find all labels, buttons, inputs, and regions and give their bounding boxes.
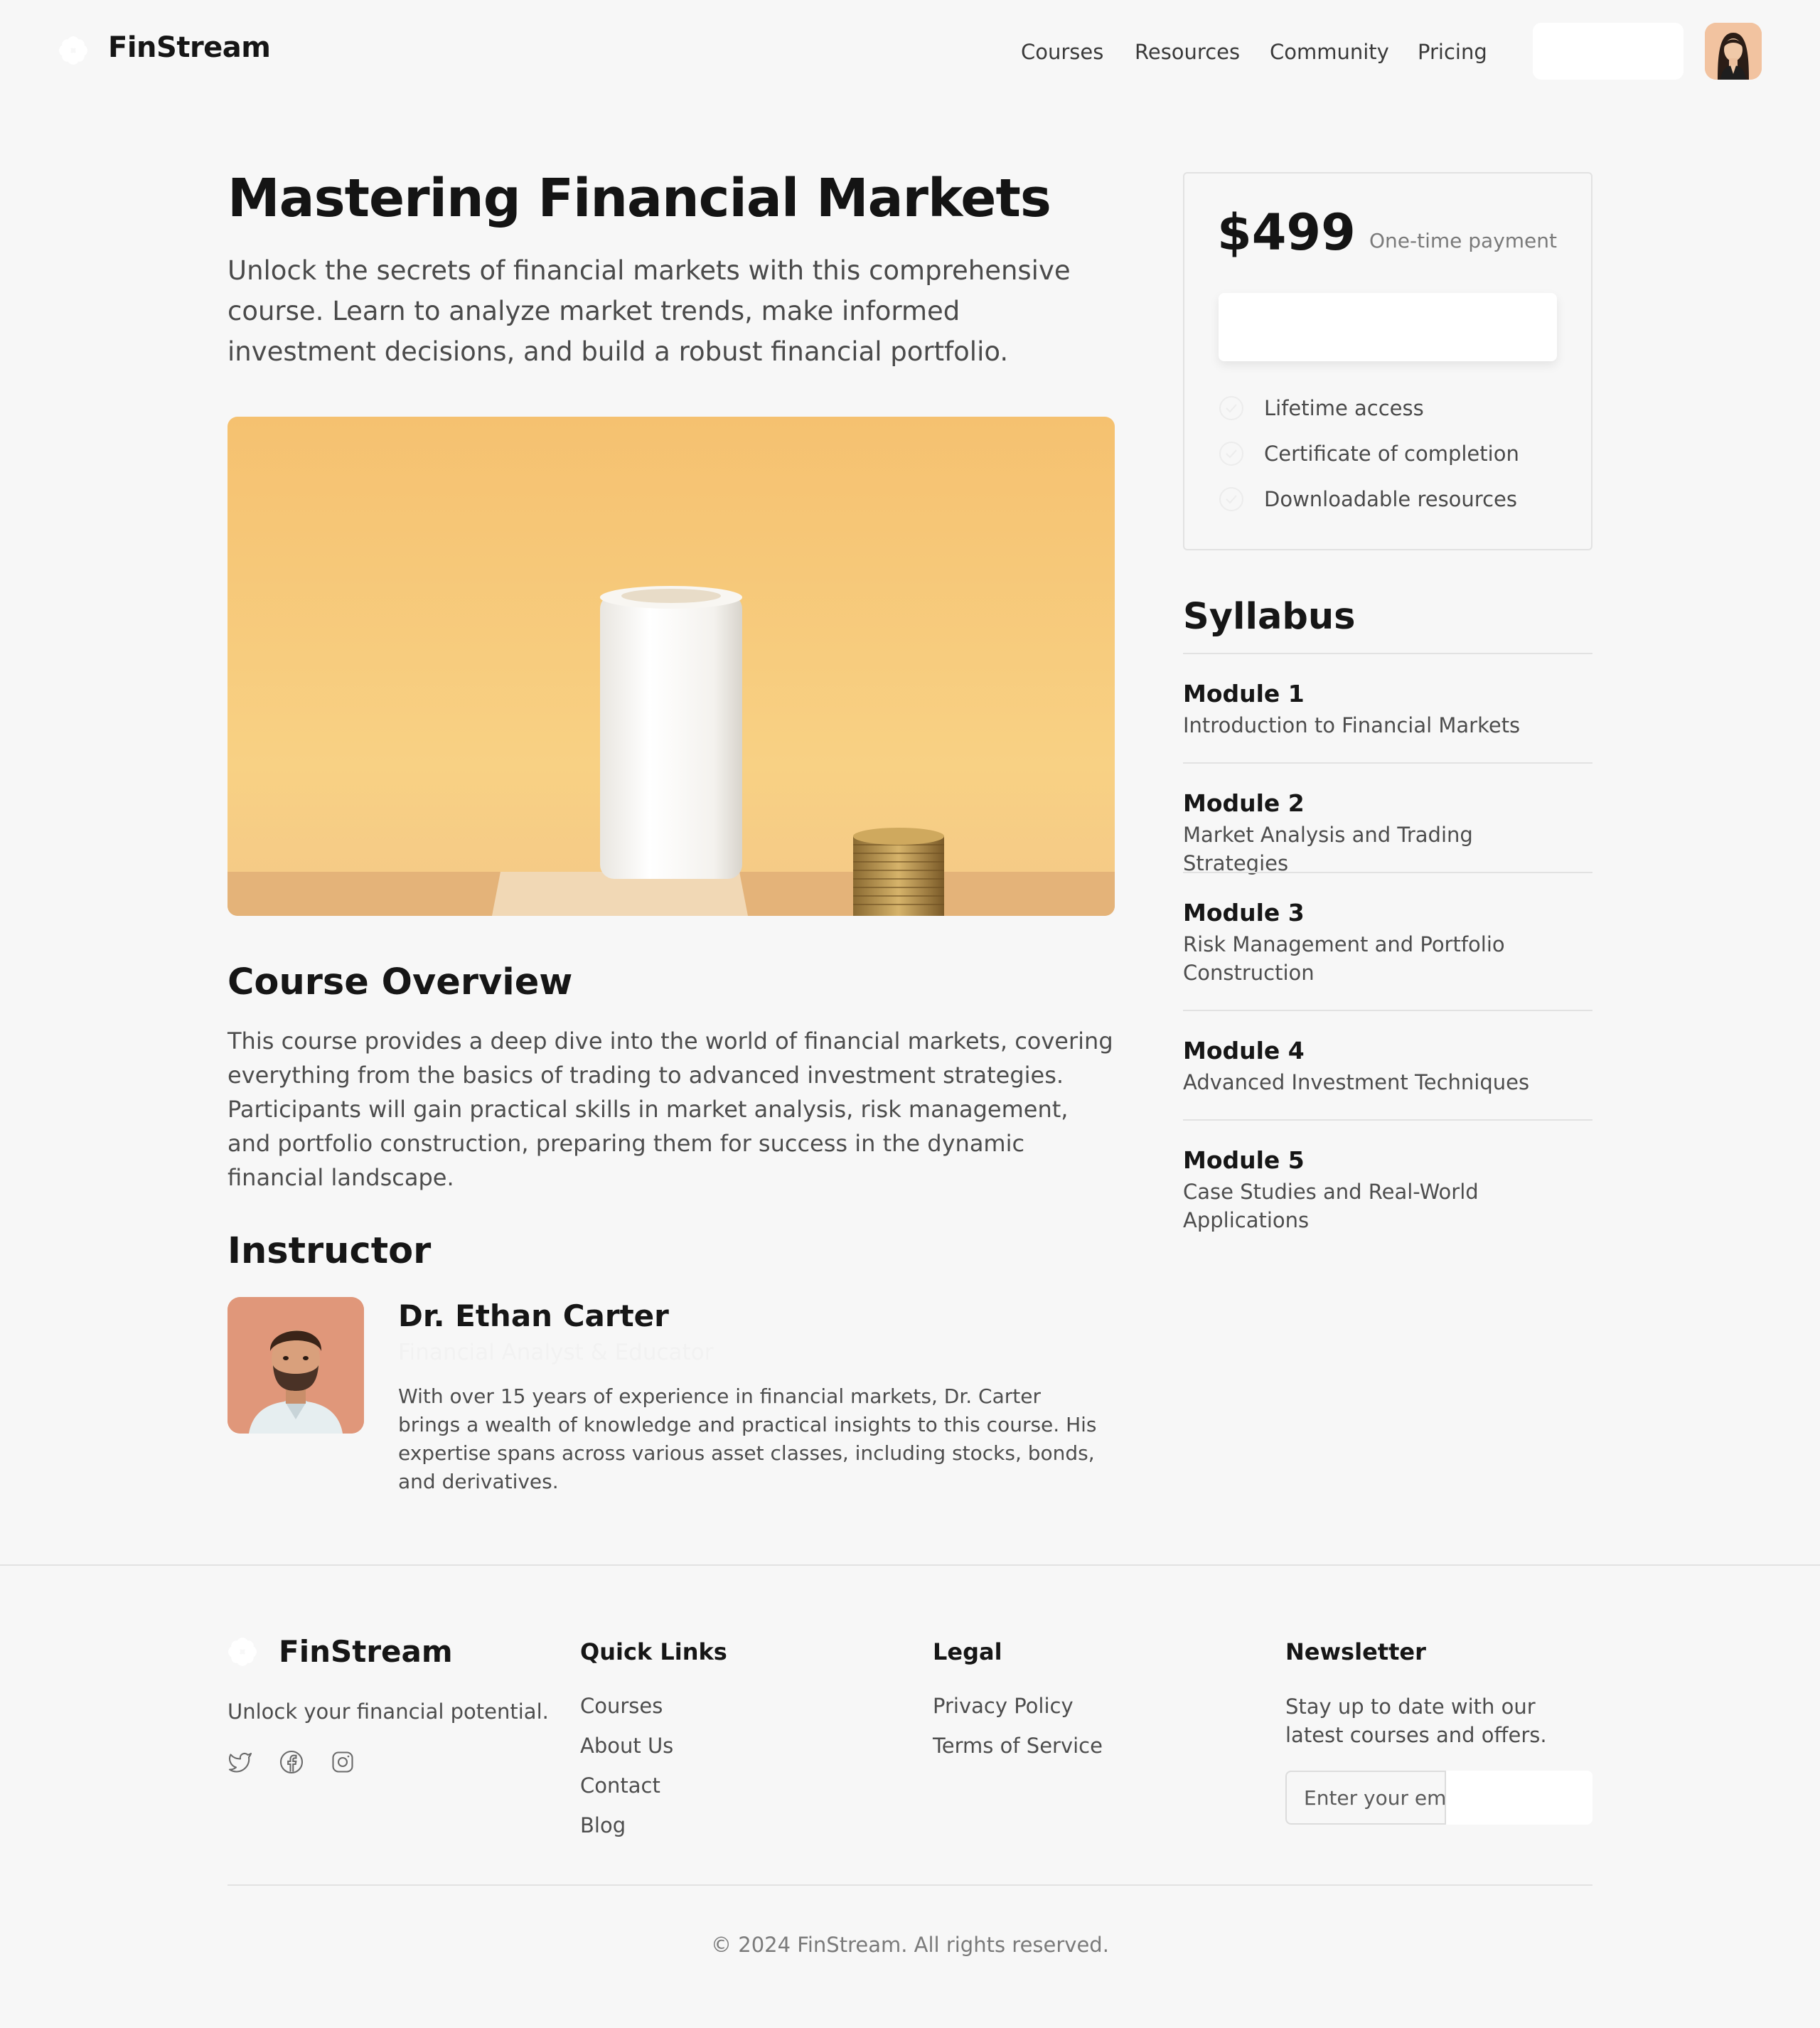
feature-label: Lifetime access	[1264, 396, 1424, 420]
course-overview-heading: Course Overview	[228, 961, 573, 1003]
footer-divider	[0, 1564, 1820, 1566]
check-circle-icon	[1219, 396, 1243, 420]
avatar-woman-icon	[1705, 23, 1762, 80]
course-subtitle: Unlock the secrets of financial markets …	[228, 255, 1071, 367]
module-description: Introduction to Financial Markets	[1183, 713, 1521, 737]
newsletter-email-input[interactable]	[1285, 1771, 1446, 1825]
divider	[1183, 653, 1592, 654]
payment-note: One-time payment	[1369, 229, 1558, 252]
nav-link-courses[interactable]: Courses	[1021, 40, 1103, 64]
footer-link-terms-of-service[interactable]: Terms of Service	[933, 1734, 1103, 1758]
nav-link-pricing[interactable]: Pricing	[1418, 40, 1487, 64]
course-title: Mastering Financial Markets	[228, 168, 1051, 229]
footer-link-contact[interactable]: Contact	[580, 1773, 660, 1798]
brand-name[interactable]: FinStream	[108, 31, 271, 64]
footer-tagline: Unlock your financial potential.	[228, 1699, 549, 1724]
instagram-icon[interactable]	[330, 1749, 355, 1775]
module-description: Risk Management and Portfolio Constructi…	[1183, 932, 1505, 985]
feature-label: Downloadable resources	[1264, 487, 1517, 511]
instructor-portrait-icon	[228, 1297, 364, 1434]
footer-brand[interactable]: FinStream	[279, 1634, 453, 1669]
instructor-bio: With over 15 years of experience in fina…	[398, 1384, 1097, 1493]
flower-logo-icon[interactable]	[58, 36, 88, 65]
course-price: $499	[1217, 203, 1356, 262]
quick-links-heading: Quick Links	[580, 1638, 727, 1665]
footer-bottom-divider	[228, 1884, 1592, 1886]
user-avatar[interactable]	[1705, 23, 1762, 80]
flower-logo-icon[interactable]	[228, 1637, 257, 1667]
piggy-bank-coins-image	[228, 417, 1115, 916]
divider	[1183, 872, 1592, 873]
footer-link-courses[interactable]: Courses	[580, 1694, 663, 1718]
feature-item: Lifetime access	[1219, 395, 1424, 421]
newsletter-subscribe-button[interactable]	[1446, 1771, 1592, 1825]
footer-link-about-us[interactable]: About Us	[580, 1734, 673, 1758]
newsletter-heading: Newsletter	[1285, 1638, 1426, 1665]
enroll-button[interactable]	[1219, 293, 1557, 361]
instructor-role: Financial Analyst & Educator	[398, 1340, 714, 1365]
module-title[interactable]: Module 2	[1183, 789, 1305, 817]
instructor-name: Dr. Ethan Carter	[398, 1298, 669, 1333]
newsletter-text: Stay up to date with our latest courses …	[1285, 1695, 1547, 1747]
module-title[interactable]: Module 5	[1183, 1146, 1305, 1174]
copyright-text: © 2024 FinStream. All rights reserved.	[711, 1933, 1109, 1957]
syllabus-heading: Syllabus	[1183, 596, 1356, 638]
nav-link-community[interactable]: Community	[1270, 40, 1389, 64]
divider	[1183, 1119, 1592, 1121]
feature-item: Downloadable resources	[1219, 486, 1517, 512]
module-description: Market Analysis and Trading Strategies	[1183, 823, 1473, 875]
footer-link-privacy-policy[interactable]: Privacy Policy	[933, 1694, 1074, 1718]
check-circle-icon	[1219, 487, 1243, 511]
module-title[interactable]: Module 1	[1183, 680, 1305, 708]
course-overview-text: This course provides a deep dive into th…	[228, 1028, 1113, 1191]
instructor-heading: Instructor	[228, 1230, 432, 1272]
course-hero-image	[228, 417, 1115, 916]
check-circle-icon	[1219, 442, 1243, 466]
twitter-icon[interactable]	[228, 1749, 253, 1775]
module-description: Advanced Investment Techniques	[1183, 1070, 1530, 1094]
legal-heading: Legal	[933, 1638, 1002, 1665]
instructor-photo	[228, 1297, 364, 1434]
nav-link-resources[interactable]: Resources	[1135, 40, 1240, 64]
feature-item: Certificate of completion	[1219, 441, 1519, 466]
module-title[interactable]: Module 3	[1183, 899, 1305, 927]
facebook-icon[interactable]	[279, 1749, 304, 1775]
divider	[1183, 1010, 1592, 1011]
header-action-button[interactable]	[1533, 23, 1684, 80]
module-description: Case Studies and Real-World Applications	[1183, 1180, 1479, 1232]
module-title[interactable]: Module 4	[1183, 1037, 1305, 1064]
feature-label: Certificate of completion	[1264, 442, 1519, 466]
divider	[1183, 762, 1592, 764]
footer-link-blog[interactable]: Blog	[580, 1813, 626, 1837]
